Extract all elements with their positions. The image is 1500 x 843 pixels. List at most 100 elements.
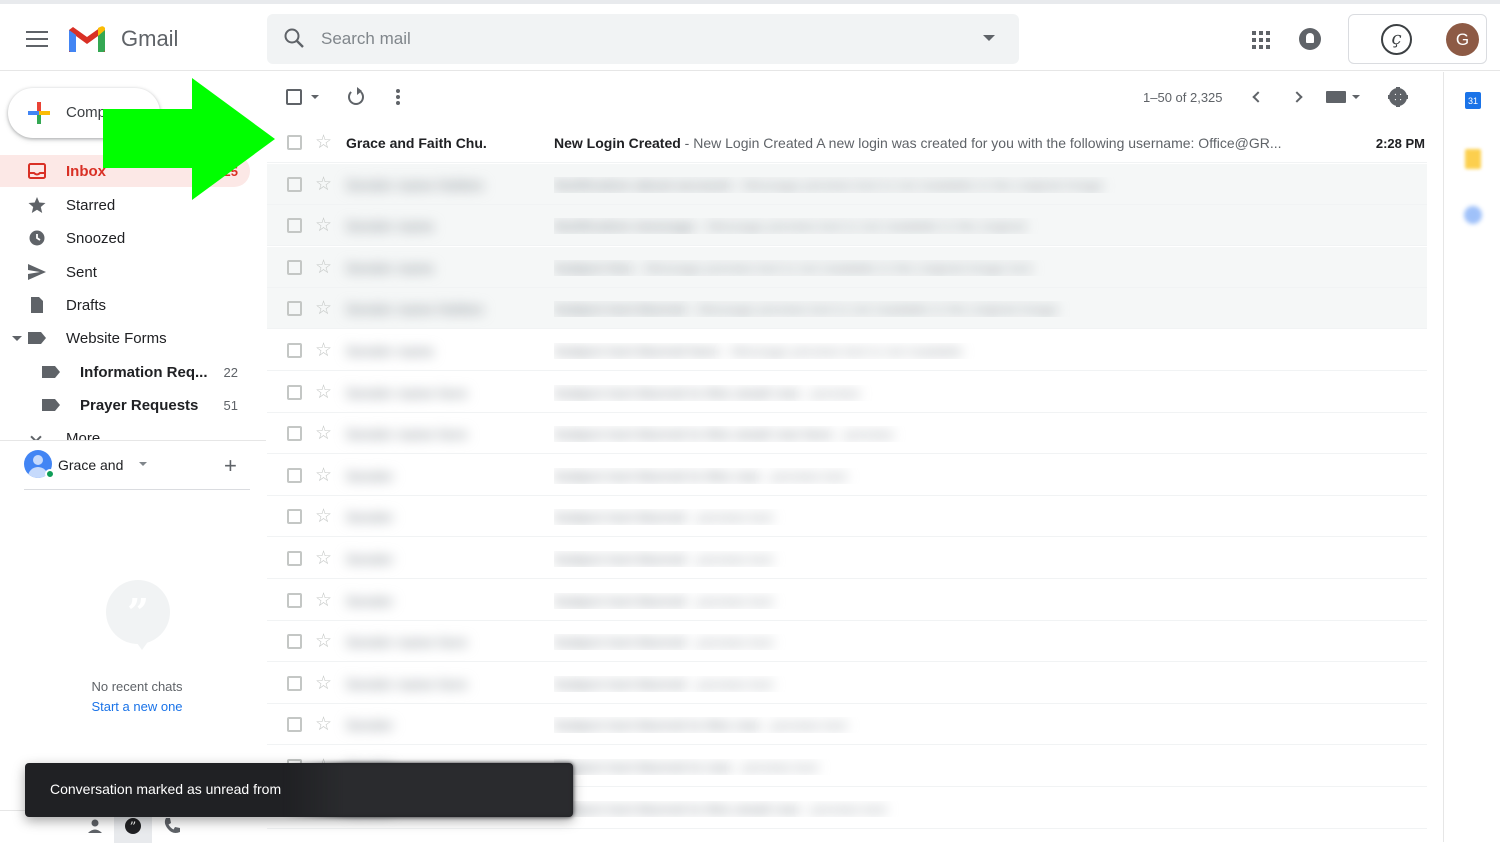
star-icon[interactable]: ☆	[315, 256, 332, 279]
sidebar-item-sent[interactable]: Sent	[0, 256, 250, 288]
input-tools-keyboard-icon[interactable]	[1326, 91, 1346, 103]
email-subject: Subject text blurred here	[554, 343, 719, 359]
email-row[interactable]: ☆ Sender Subject text blurred in this row …	[267, 704, 1427, 746]
row-checkbox[interactable]	[287, 551, 302, 566]
search-icon[interactable]	[283, 27, 305, 49]
keep-icon[interactable]	[1465, 149, 1481, 169]
sidebar-item-drafts[interactable]: Drafts	[0, 289, 250, 321]
row-checkbox[interactable]	[287, 384, 302, 400]
email-row[interactable]: ☆ Sender Subject text blurred - preview te…	[267, 538, 1427, 579]
search-bar	[267, 14, 1019, 64]
settings-gear-icon[interactable]	[1388, 87, 1408, 107]
more-options-icon[interactable]	[396, 89, 400, 105]
email-sender: Sender	[346, 551, 394, 567]
email-snippet: - preview text	[685, 592, 773, 609]
row-checkbox[interactable]	[287, 218, 302, 234]
email-row[interactable]: ☆ Sender name hidden Subject text blurred …	[267, 288, 1427, 330]
search-input[interactable]	[321, 26, 961, 52]
email-time: 2:28 PM	[1375, 136, 1425, 151]
star-icon[interactable]: ☆	[315, 173, 332, 196]
email-subject: Subject text blurred in this row	[554, 467, 760, 484]
hangouts-user-name: Grace and	[58, 457, 124, 473]
star-icon[interactable]: ☆	[315, 422, 332, 445]
email-sender: Sender	[346, 592, 394, 609]
email-row[interactable]: ☆ Sender name Notification message - Messa…	[267, 205, 1427, 247]
row-checkbox[interactable]	[287, 467, 302, 483]
notifications-bell-icon[interactable]	[1299, 28, 1321, 50]
sidebar-item-snoozed[interactable]: Snoozed	[0, 222, 250, 254]
email-row[interactable]: ☆ Sender name here Subject text blurred - …	[267, 621, 1427, 663]
expand-arrow-icon[interactable]	[12, 336, 22, 341]
row-checkbox[interactable]	[287, 301, 302, 317]
tasks-icon[interactable]	[1464, 206, 1482, 224]
row-checkbox[interactable]	[287, 176, 302, 192]
row-checkbox[interactable]	[287, 675, 302, 691]
main-menu-icon[interactable]	[26, 31, 48, 47]
star-icon[interactable]: ☆	[315, 131, 332, 154]
chevron-left-icon[interactable]	[1252, 91, 1264, 103]
star-icon[interactable]: ☆	[315, 381, 332, 404]
add-chat-plus-icon[interactable]: +	[224, 453, 237, 479]
email-row[interactable]: ☆ Sender name here Subject text blurred in…	[267, 413, 1427, 455]
row-checkbox[interactable]	[287, 343, 302, 358]
phone-icon[interactable]	[163, 817, 181, 835]
sidebar-item-information-requests[interactable]: Information Req... 22	[0, 356, 250, 388]
row-checkbox[interactable]	[287, 592, 302, 608]
row-checkbox[interactable]	[287, 509, 302, 525]
email-row[interactable]: ☆ Sender name Subject text blurred here - …	[267, 330, 1427, 371]
email-row[interactable]: ☆ Sender Subject text blurred - preview te…	[267, 496, 1427, 538]
select-all-checkbox[interactable]	[286, 89, 302, 105]
hangouts-user[interactable]: Grace and +	[24, 450, 250, 490]
calendar-icon[interactable]: 31	[1465, 92, 1481, 109]
star-icon	[28, 197, 46, 213]
email-subject: New Login Created	[554, 135, 681, 151]
email-snippet: - preview text	[759, 467, 847, 484]
email-subject: Subject text blurred	[554, 509, 686, 526]
star-icon[interactable]: ☆	[315, 464, 332, 487]
input-tools-caret-icon[interactable]	[1352, 95, 1360, 99]
email-row[interactable]: ☆ Sender Subject text blurred in this row …	[267, 455, 1427, 496]
star-icon[interactable]: ☆	[315, 297, 332, 320]
sidebar-item-website-forms[interactable]: Website Forms	[0, 322, 250, 354]
email-row[interactable]: ☆ Sender name hidden Notification about ac…	[267, 163, 1427, 205]
account-avatar[interactable]: G	[1446, 23, 1479, 56]
select-options-caret-icon[interactable]	[311, 95, 319, 99]
star-icon[interactable]: ☆	[315, 505, 332, 528]
email-snippet: - preview text	[799, 800, 887, 817]
account-switcher[interactable]: ç G	[1348, 14, 1487, 64]
chevron-right-icon[interactable]	[1291, 91, 1303, 103]
row-checkbox[interactable]	[287, 259, 302, 275]
email-row[interactable]: ☆ Sender name here Subject text blurred in…	[267, 372, 1427, 413]
apps-grid-icon[interactable]	[1252, 31, 1270, 49]
email-subject-line: Subject text blurred in this row - previ…	[554, 468, 1324, 484]
email-row[interactable]: ☆ Sender Subject text blurred - preview te…	[267, 580, 1427, 621]
status-caret-icon[interactable]	[139, 462, 147, 466]
email-snippet: - Message preview text is not readable i…	[632, 259, 1032, 276]
gmail-logo-icon[interactable]	[67, 24, 107, 54]
row-checkbox[interactable]	[287, 634, 302, 650]
row-checkbox[interactable]	[287, 135, 302, 150]
star-icon[interactable]: ☆	[315, 672, 332, 695]
email-subject-line: Subject line - Message preview text is n…	[554, 260, 1324, 276]
sidebar-item-prayer-requests[interactable]: Prayer Requests 51	[0, 389, 250, 421]
star-icon[interactable]: ☆	[315, 589, 332, 612]
email-subject: Subject text blurred in this email row	[554, 800, 800, 817]
star-icon[interactable]: ☆	[315, 630, 332, 653]
star-icon[interactable]: ☆	[315, 339, 332, 362]
email-row[interactable]: ☆ Sender name Subject line - Message previ…	[267, 246, 1427, 288]
star-icon[interactable]: ☆	[315, 713, 332, 736]
side-panel: 31	[1443, 72, 1500, 842]
more-label: More	[66, 430, 101, 440]
refresh-icon[interactable]	[348, 87, 364, 105]
sidebar-more[interactable]: More	[0, 426, 250, 440]
row-checkbox[interactable]	[287, 717, 302, 733]
start-new-chat-link[interactable]: Start a new one	[24, 699, 250, 714]
email-row[interactable]: ☆ Sender name here Subject text blurred - …	[267, 663, 1427, 704]
star-icon[interactable]: ☆	[315, 214, 332, 237]
star-icon[interactable]: ☆	[315, 547, 332, 570]
contacts-person-icon[interactable]	[86, 817, 104, 835]
email-sender: Sender name	[346, 259, 434, 276]
row-checkbox[interactable]	[287, 426, 302, 442]
search-options-caret-icon[interactable]	[983, 35, 995, 41]
email-row[interactable]: ☆ Grace and Faith Chu. New Login Created -…	[267, 122, 1427, 163]
